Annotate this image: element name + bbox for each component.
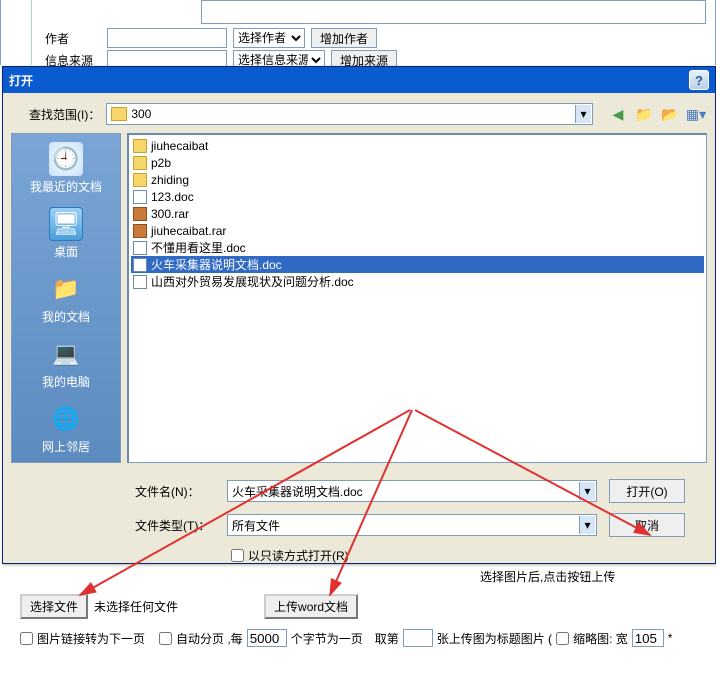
help-button[interactable]: ? <box>689 70 709 90</box>
dialog-title: 打开 <box>9 72 33 89</box>
background-form: 作者 选择作者 增加作者 信息来源 选择信息来源 增加来源 <box>0 0 716 65</box>
places-sidebar: 🕘 我最近的文档 🖥 桌面 📁 我的文档 💻 我的电脑 🌐 网上邻 <box>11 133 121 463</box>
sidebar-recent[interactable]: 🕘 我最近的文档 <box>14 140 118 197</box>
link-next-checkbox[interactable] <box>20 632 33 645</box>
file-item[interactable]: 山西对外贸易发展现状及问题分析.doc <box>131 273 704 290</box>
chevron-down-icon[interactable]: ▾ <box>579 516 595 534</box>
recent-docs-icon: 🕘 <box>49 142 83 176</box>
chevron-down-icon[interactable]: ▾ <box>575 105 591 123</box>
cancel-button[interactable]: 取消 <box>609 513 685 537</box>
file-item[interactable]: 300.rar <box>131 205 704 222</box>
readonly-label: 以只读方式打开(R) <box>248 547 349 564</box>
file-item[interactable]: 火车采集器说明文档.doc <box>131 256 704 273</box>
take-nth-input[interactable] <box>403 629 433 647</box>
open-button[interactable]: 打开(O) <box>609 479 685 503</box>
filetype-label: 文件类型(T)： <box>135 517 215 534</box>
rar-icon <box>133 207 147 221</box>
add-author-button[interactable]: 增加作者 <box>311 28 377 48</box>
sidebar-desktop[interactable]: 🖥 桌面 <box>14 205 118 262</box>
sidebar-mydocs[interactable]: 📁 我的文档 <box>14 270 118 327</box>
folder-icon <box>133 156 147 170</box>
lookin-combobox[interactable]: 300 ▾ <box>106 103 593 125</box>
folder-icon <box>133 139 147 153</box>
sidebar-computer[interactable]: 💻 我的电脑 <box>14 335 118 392</box>
file-name: 123.doc <box>151 190 194 204</box>
readonly-checkbox[interactable] <box>231 549 244 562</box>
choose-file-button[interactable]: 选择文件 <box>20 594 88 619</box>
file-name: 山西对外贸易发展现状及问题分析.doc <box>151 273 354 290</box>
file-item[interactable]: jiuhecaibat.rar <box>131 222 704 239</box>
up-folder-button[interactable]: 📁 <box>633 103 655 125</box>
upload-word-button[interactable]: 上传word文档 <box>264 594 358 619</box>
back-button[interactable]: ◀ <box>607 103 629 125</box>
doc-icon <box>133 190 147 204</box>
doc-icon <box>133 258 147 272</box>
open-file-dialog: 打开 ? 查找范围(I)： 300 ▾ ◀ 📁 📂 ▦▾ 🕘 我最近的文档 <box>2 66 716 564</box>
upload-hint: 选择图片后,点击按钮上传 <box>480 568 615 585</box>
bytes-suffix: 个字节为一页 <box>291 630 363 647</box>
desktop-icon: 🖥 <box>49 207 83 241</box>
thumb-checkbox[interactable] <box>556 632 569 645</box>
take-suffix: 张上传图为标题图片 ( <box>437 630 552 647</box>
views-button[interactable]: ▦▾ <box>685 103 707 125</box>
auto-page-label: 自动分页 ,每 <box>176 630 243 647</box>
thumb-suffix: * <box>668 631 673 645</box>
take-prefix: 取第 <box>375 630 399 647</box>
lookin-value: 300 <box>131 107 151 121</box>
file-list[interactable]: jiuhecaibat p2b zhiding 123.doc 300.rar jiuhe… <box>127 133 707 463</box>
doc-icon <box>133 275 147 289</box>
filename-label: 文件名(N)： <box>135 483 215 500</box>
folder-icon <box>111 107 127 121</box>
file-name: 300.rar <box>151 207 189 221</box>
author-select[interactable]: 选择作者 <box>233 28 305 48</box>
file-name: jiuhecaibat <box>151 139 208 153</box>
file-name: p2b <box>151 156 171 170</box>
file-name: jiuhecaibat.rar <box>151 224 226 238</box>
file-item[interactable]: 123.doc <box>131 188 704 205</box>
sidebar-network[interactable]: 🌐 网上邻居 <box>14 400 118 457</box>
author-label: 作者 <box>41 30 101 47</box>
thumb-width-input[interactable] <box>632 629 664 647</box>
filename-combobox[interactable]: 火车采集器说明文档.doc ▾ <box>227 480 597 502</box>
thumb-label: 缩略图: 宽 <box>573 630 628 647</box>
network-icon: 🌐 <box>49 402 83 436</box>
file-name: zhiding <box>151 173 189 187</box>
file-name: 火车采集器说明文档.doc <box>151 256 282 273</box>
mydocs-icon: 📁 <box>49 272 83 306</box>
bottom-panel: 选择图片后,点击按钮上传 选择文件 未选择任何文件 上传word文档 图片链接转… <box>0 564 716 647</box>
vertical-separator <box>31 0 32 65</box>
folder-icon <box>133 173 147 187</box>
author-input[interactable] <box>107 28 227 48</box>
no-file-text: 未选择任何文件 <box>94 598 178 615</box>
auto-page-checkbox[interactable] <box>159 632 172 645</box>
file-item[interactable]: jiuhecaibat <box>131 137 704 154</box>
filetype-combobox[interactable]: 所有文件 ▾ <box>227 514 597 536</box>
doc-icon <box>133 241 147 255</box>
link-next-label: 图片链接转为下一页 <box>37 630 145 647</box>
file-item[interactable]: zhiding <box>131 171 704 188</box>
chevron-down-icon[interactable]: ▾ <box>579 482 595 500</box>
lookin-label: 查找范围(I)： <box>29 106 100 123</box>
dialog-titlebar[interactable]: 打开 ? <box>3 67 715 93</box>
new-folder-button[interactable]: 📂 <box>659 103 681 125</box>
computer-icon: 💻 <box>49 337 83 371</box>
bytes-input[interactable] <box>247 629 287 647</box>
file-name: 不懂用看这里.doc <box>151 239 246 256</box>
file-item[interactable]: p2b <box>131 154 704 171</box>
file-item[interactable]: 不懂用看这里.doc <box>131 239 704 256</box>
description-textarea[interactable] <box>201 0 706 24</box>
rar-icon <box>133 224 147 238</box>
